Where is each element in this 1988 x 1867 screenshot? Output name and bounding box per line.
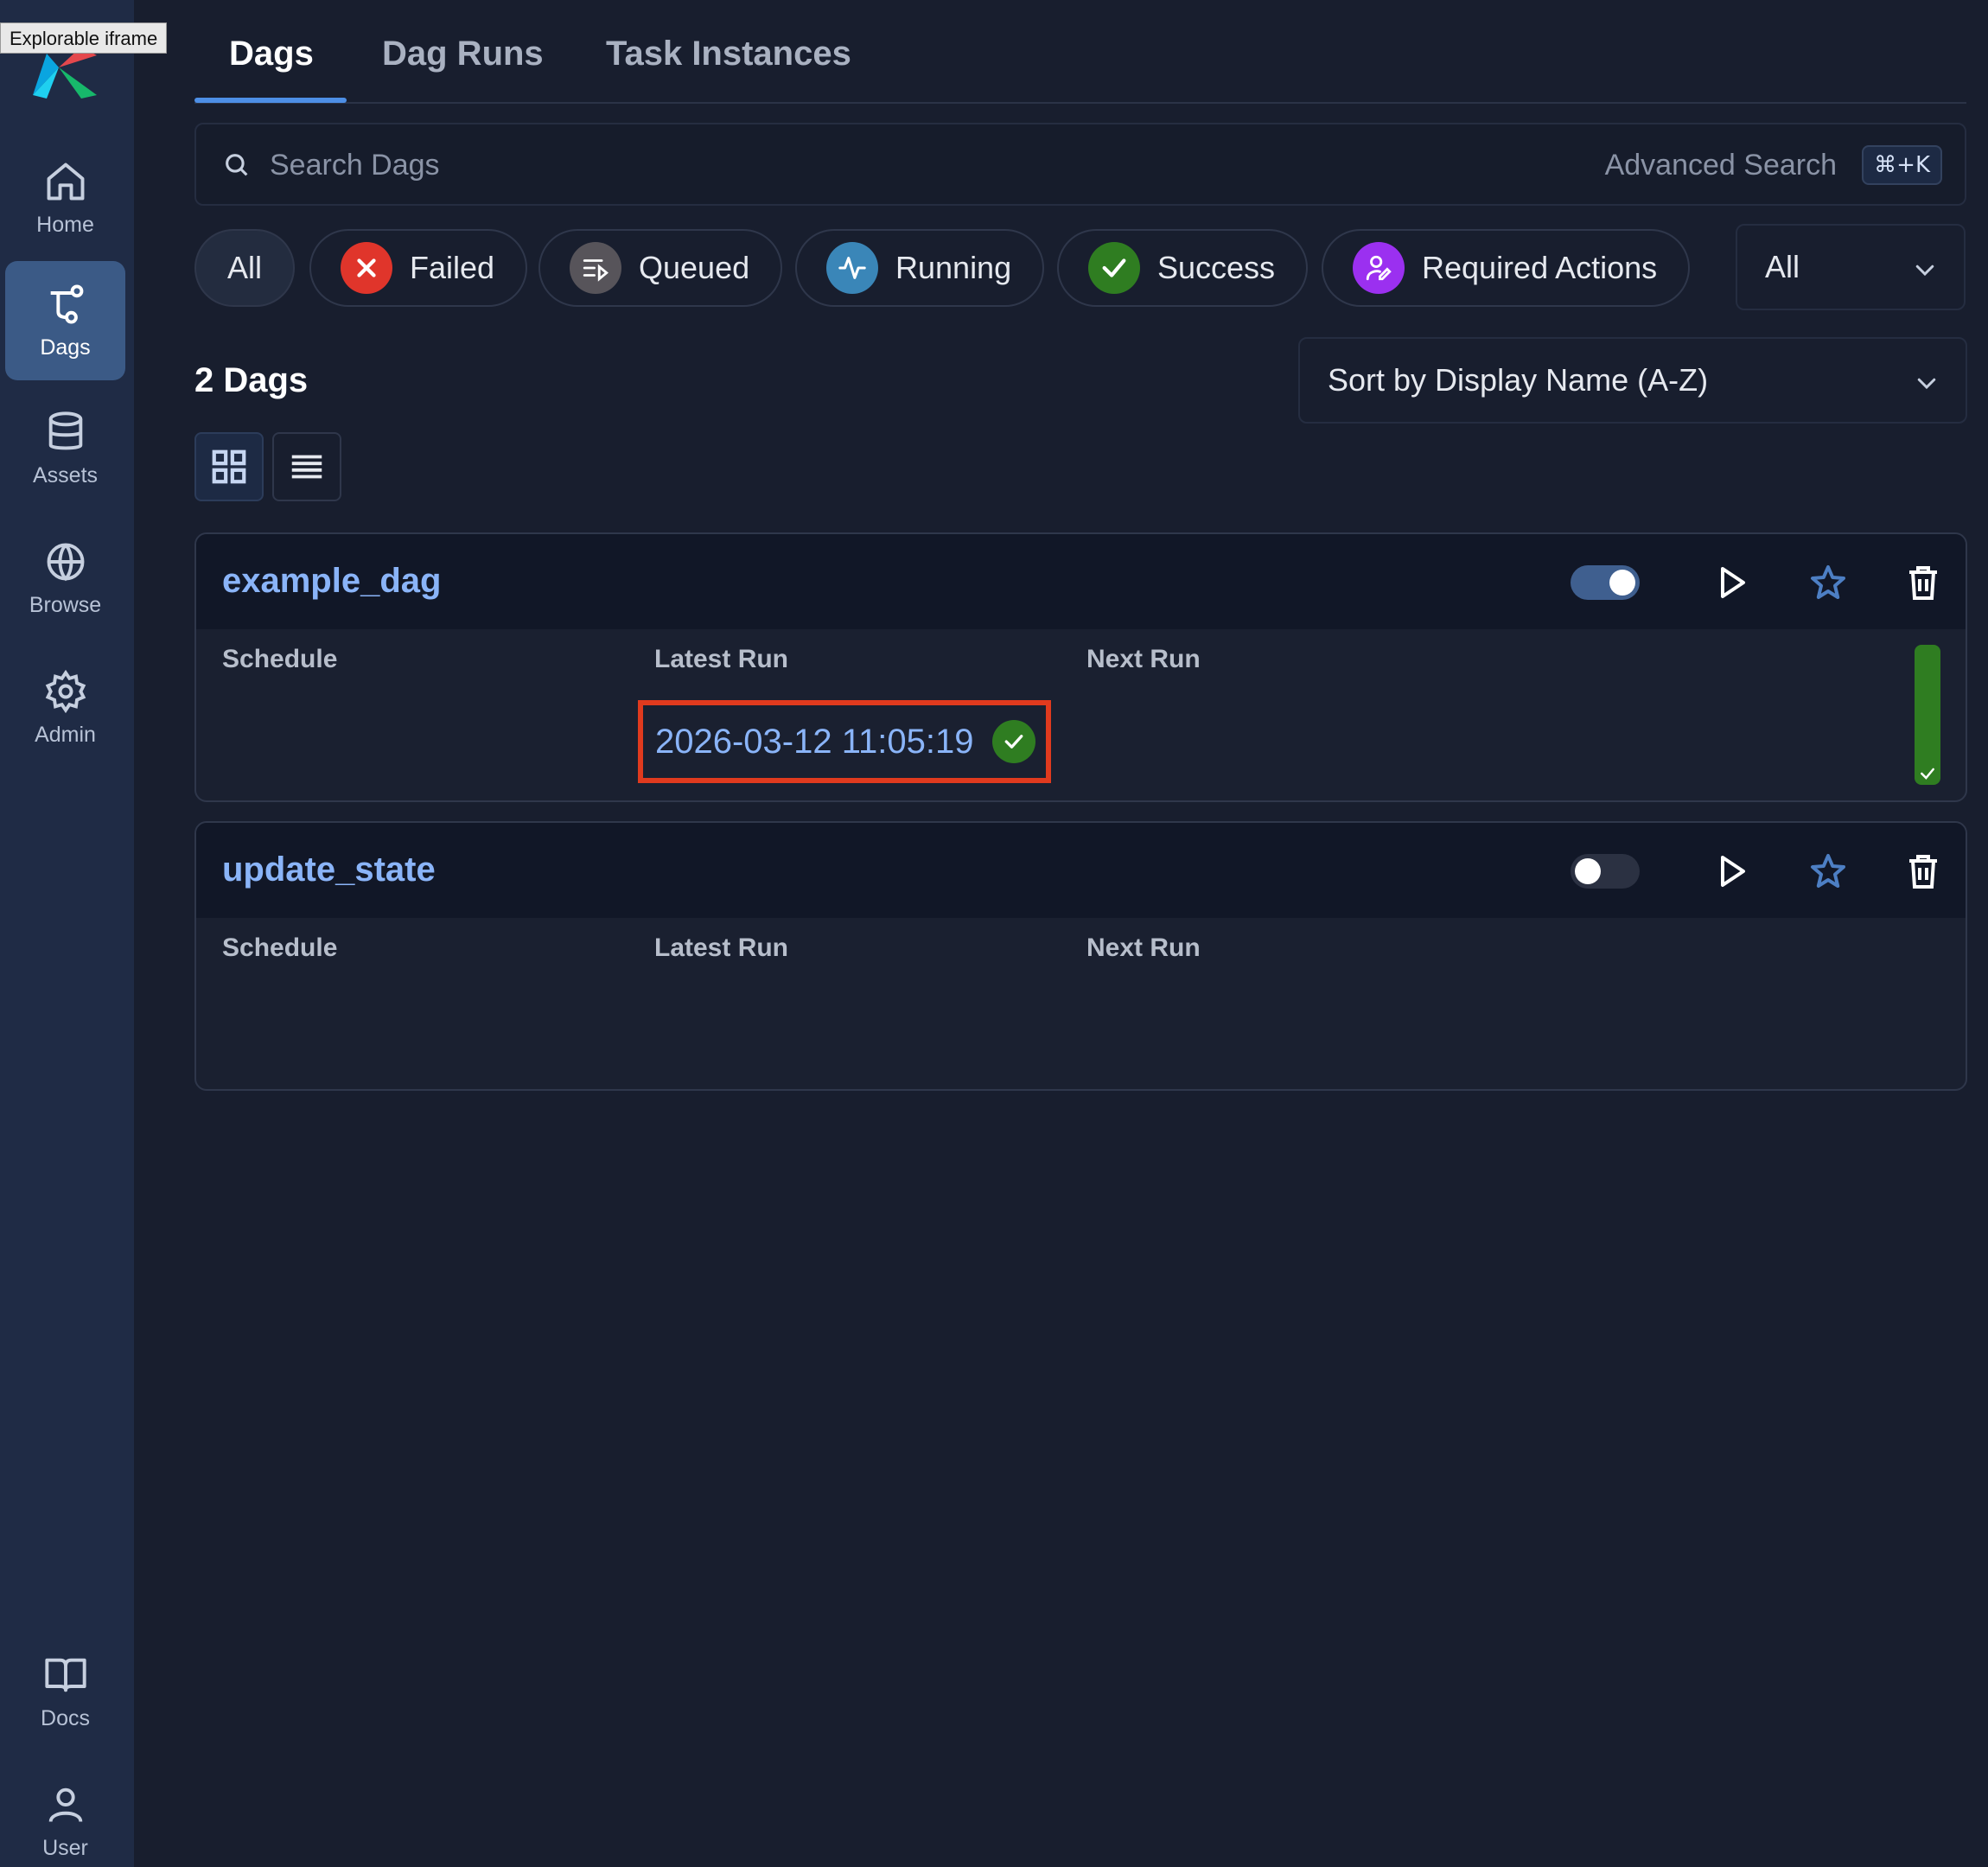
database-icon bbox=[48, 411, 82, 449]
sort-select[interactable]: Sort by Display Name (A-Z) bbox=[1298, 337, 1967, 424]
filter-running[interactable]: Running bbox=[795, 229, 1045, 307]
sidebar-item-label: User bbox=[42, 1835, 88, 1860]
sidebar-item-label: Home bbox=[36, 212, 94, 237]
grid-icon bbox=[212, 449, 246, 484]
tab-dags[interactable]: Dags bbox=[229, 35, 314, 73]
tab-dag-runs[interactable]: Dag Runs bbox=[382, 35, 544, 73]
book-icon bbox=[44, 1658, 86, 1692]
advanced-search-link[interactable]: Advanced Search bbox=[1605, 149, 1837, 182]
card-view-button[interactable] bbox=[194, 432, 264, 501]
shortcut-badge: ⌘+K bbox=[1862, 145, 1942, 185]
filter-failed[interactable]: Failed bbox=[309, 229, 528, 307]
chevron-down-icon bbox=[1917, 378, 1936, 390]
sidebar-item-label: Browse bbox=[29, 592, 102, 617]
check-icon bbox=[1921, 768, 1934, 780]
sidebar-item-user[interactable]: User bbox=[5, 1762, 125, 1867]
play-icon bbox=[1721, 856, 1745, 887]
chevron-down-icon bbox=[1915, 264, 1934, 277]
sidebar-item-label: Docs bbox=[41, 1705, 90, 1730]
sidebar-item-browse[interactable]: Browse bbox=[5, 519, 125, 638]
user-icon bbox=[48, 1787, 82, 1822]
dag-card: example_dag Schedule Latest Run Next Run… bbox=[194, 532, 1967, 802]
star-icon bbox=[1811, 565, 1845, 599]
tab-task-instances[interactable]: Task Instances bbox=[606, 35, 851, 73]
main-tabs: Dags Dag Runs Task Instances bbox=[194, 0, 1966, 104]
schedule-label: Schedule bbox=[222, 645, 338, 673]
paused-filter-select[interactable]: All bbox=[1736, 224, 1966, 310]
filter-label: Queued bbox=[639, 250, 750, 285]
sidebar-item-label: Assets bbox=[32, 462, 99, 487]
star-icon bbox=[1811, 854, 1845, 888]
sidebar-item-label: Dags bbox=[40, 335, 91, 360]
latest-run-link[interactable]: 2026-03-12 11:05:19 bbox=[655, 723, 973, 761]
play-icon bbox=[1721, 567, 1745, 598]
latest-run-label: Latest Run bbox=[654, 645, 789, 673]
favorite-button[interactable] bbox=[1807, 851, 1849, 892]
filter-label: Failed bbox=[410, 250, 495, 285]
sidebar: Home Dags Assets Browse Admin Docs User bbox=[0, 0, 134, 1867]
trash-icon bbox=[1909, 855, 1937, 889]
queue-icon bbox=[570, 242, 621, 294]
dag-name-link[interactable]: update_state bbox=[222, 851, 436, 889]
delete-dag-button[interactable] bbox=[1902, 851, 1944, 892]
dag-card-header bbox=[196, 823, 1966, 918]
trigger-dag-button[interactable] bbox=[1711, 562, 1752, 603]
iframe-tooltip: Explorable iframe bbox=[0, 22, 168, 54]
filter-success[interactable]: Success bbox=[1057, 229, 1309, 307]
filter-label: Success bbox=[1157, 250, 1276, 285]
favorite-button[interactable] bbox=[1807, 562, 1849, 603]
next-run-label: Next Run bbox=[1086, 645, 1201, 673]
success-state-icon bbox=[992, 720, 1036, 763]
dag-pause-toggle[interactable] bbox=[1571, 565, 1640, 600]
schedule-label: Schedule bbox=[222, 934, 338, 962]
search-input[interactable] bbox=[270, 140, 1480, 190]
search-icon bbox=[226, 154, 248, 176]
list-icon bbox=[291, 455, 322, 479]
gear-icon bbox=[45, 669, 86, 713]
filter-required-actions[interactable]: Required Actions bbox=[1322, 229, 1691, 307]
latest-run-highlight: 2026-03-12 11:05:19 bbox=[638, 700, 1051, 783]
dag-name-link[interactable]: example_dag bbox=[222, 562, 441, 601]
trigger-dag-button[interactable] bbox=[1711, 851, 1752, 892]
sidebar-item-assets[interactable]: Assets bbox=[5, 389, 125, 508]
table-view-button[interactable] bbox=[272, 432, 341, 501]
search-bar: Advanced Search ⌘+K bbox=[194, 123, 1966, 206]
dag-count: 2 Dags bbox=[194, 361, 309, 399]
x-icon bbox=[341, 242, 392, 294]
sidebar-item-label: Admin bbox=[35, 722, 96, 747]
sidebar-item-admin[interactable]: Admin bbox=[5, 648, 125, 768]
user-edit-icon bbox=[1353, 242, 1405, 294]
filter-label: Required Actions bbox=[1422, 250, 1658, 285]
globe-icon bbox=[47, 543, 84, 581]
dag-card: update_state Schedule Latest Run Next Ru… bbox=[194, 821, 1967, 1091]
trash-icon bbox=[1909, 566, 1937, 600]
select-value: All bbox=[1765, 249, 1800, 284]
filter-label: Running bbox=[895, 250, 1012, 285]
sidebar-item-docs[interactable]: Docs bbox=[5, 1632, 125, 1751]
latest-run-label: Latest Run bbox=[654, 934, 789, 962]
dag-pause-toggle[interactable] bbox=[1571, 854, 1640, 889]
home-icon bbox=[47, 162, 84, 200]
filter-all[interactable]: All bbox=[194, 229, 296, 307]
filter-queued[interactable]: Queued bbox=[538, 229, 783, 307]
check-icon bbox=[1088, 242, 1140, 294]
activity-icon bbox=[826, 242, 878, 294]
recent-run-bar[interactable] bbox=[1915, 645, 1940, 785]
delete-dag-button[interactable] bbox=[1902, 562, 1944, 603]
active-tab-indicator bbox=[194, 98, 347, 103]
select-value: Sort by Display Name (A-Z) bbox=[1328, 362, 1709, 398]
sidebar-item-dags[interactable]: Dags bbox=[5, 261, 125, 380]
next-run-label: Next Run bbox=[1086, 934, 1201, 962]
dags-icon bbox=[50, 284, 83, 324]
filter-label: All bbox=[227, 250, 263, 285]
dag-card-header bbox=[196, 534, 1966, 629]
sidebar-item-home[interactable]: Home bbox=[5, 138, 125, 258]
